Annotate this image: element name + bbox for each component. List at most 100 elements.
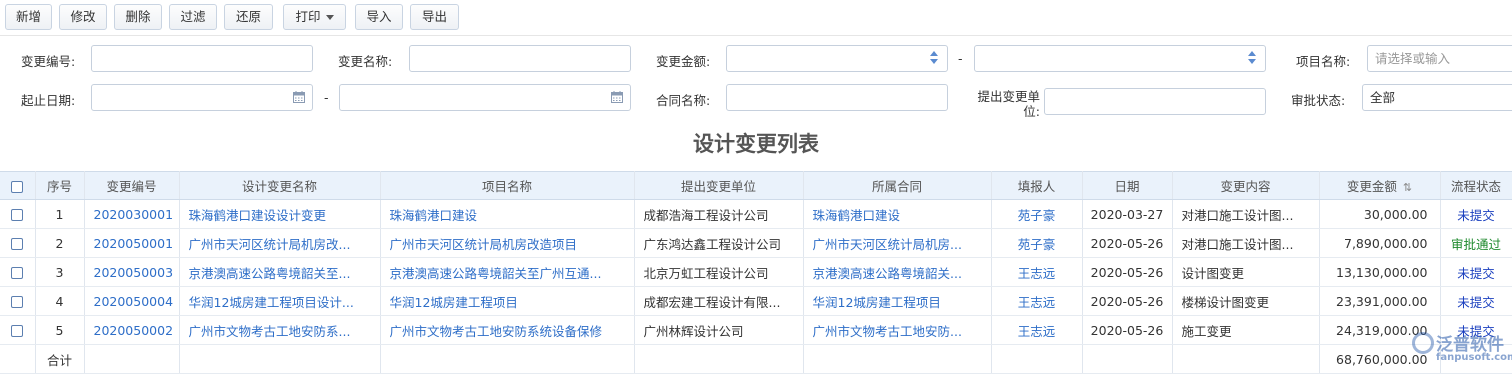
row-status[interactable]: 未提交 [1440,199,1512,229]
row-unit: 北京万虹工程设计公司 [634,257,804,287]
table-row[interactable]: 3 2020050003 京港澳高速公路粤境韶关至... 京港澳高速公路粤境韶关… [0,257,1512,287]
filter-button[interactable]: 过滤 [169,4,217,30]
row-contract-link[interactable]: 京港澳高速公路粤境韶关... [803,257,992,287]
table-row[interactable]: 5 2020050002 广州市文物考古工地安防系... 广州市文物考古工地安防… [0,315,1512,345]
row-project-link[interactable]: 珠海鹤港口建设 [380,199,635,229]
row-contract-link[interactable]: 广州市文物考古工地安防... [803,315,992,345]
change-no-input[interactable] [91,45,313,72]
row-reporter-link[interactable]: 王志远 [991,257,1083,287]
row-contract-link[interactable]: 华润12城房建工程项目 [803,286,992,316]
row-name-link[interactable]: 广州市天河区统计局机房改... [179,228,381,258]
delete-button[interactable]: 删除 [114,4,162,30]
row-seq: 2 [35,228,85,258]
total-empty-cell [179,344,381,374]
select-all-checkbox[interactable] [11,180,24,193]
change-amount-max-input[interactable] [974,45,1266,72]
contract-name-input[interactable] [726,84,948,111]
header-date[interactable]: 日期 [1082,171,1173,200]
calendar-icon[interactable] [293,91,305,103]
row-checkbox[interactable] [11,267,24,279]
change-no-label: 变更编号: [21,54,76,69]
row-name-link[interactable]: 广州市文物考古工地安防系... [179,315,381,345]
watermark: 泛普软件 fanpusoft.com [1412,330,1512,372]
row-content: 设计图变更 [1172,257,1320,287]
row-reporter-link[interactable]: 苑子豪 [991,199,1083,229]
row-amount: 7,890,000.00 [1319,228,1441,258]
row-checkbox-cell [0,199,36,229]
row-project-link[interactable]: 华润12城房建工程项目 [380,286,635,316]
import-button[interactable]: 导入 [355,4,403,30]
header-unit[interactable]: 提出变更单位 [634,171,804,200]
row-code-link[interactable]: 2020030001 [84,199,180,229]
row-status[interactable]: 审批通过 [1440,228,1512,258]
calendar-icon[interactable] [611,91,623,103]
project-name-select[interactable]: 请选择或输入 [1367,45,1512,72]
header-reporter[interactable]: 填报人 [991,171,1083,200]
row-date: 2020-05-26 [1082,257,1173,287]
header-status[interactable]: 流程状态 [1440,171,1512,200]
total-label: 合计 [35,344,85,374]
table-row[interactable]: 1 2020030001 珠海鹤港口建设设计变更 珠海鹤港口建设 成都浩海工程设… [0,199,1512,229]
row-checkbox[interactable] [11,238,24,250]
row-code-link[interactable]: 2020050001 [84,228,180,258]
row-contract-link[interactable]: 广州市天河区统计局机房... [803,228,992,258]
edit-button[interactable]: 修改 [59,4,107,30]
project-name-label: 项目名称: [1296,54,1351,69]
header-contract[interactable]: 所属合同 [803,171,992,200]
header-project[interactable]: 项目名称 [380,171,635,200]
add-button[interactable]: 新增 [5,4,52,30]
row-name-link[interactable]: 珠海鹤港口建设设计变更 [179,199,381,229]
row-checkbox[interactable] [11,209,24,221]
row-checkbox-cell [0,257,36,287]
row-reporter-link[interactable]: 王志远 [991,286,1083,316]
sort-icon[interactable]: ⇅ [1403,181,1412,194]
watermark-url: fanpusoft.com [1436,352,1512,363]
restore-button[interactable]: 还原 [224,4,273,30]
header-amount[interactable]: 变更金额 ⇅ [1319,171,1441,200]
table-row[interactable]: 2 2020050001 广州市天河区统计局机房改... 广州市天河区统计局机房… [0,228,1512,258]
row-checkbox[interactable] [11,296,24,308]
table-row[interactable]: 4 2020050004 华润12城房建工程项目设计... 华润12城房建工程项… [0,286,1512,316]
total-empty-cell [991,344,1083,374]
header-code[interactable]: 变更编号 [84,171,180,200]
row-date: 2020-03-27 [1082,199,1173,229]
unit-input[interactable] [1044,88,1266,115]
row-contract-link[interactable]: 珠海鹤港口建设 [803,199,992,229]
select-all-cell [0,171,36,200]
end-date-input[interactable] [339,84,631,111]
print-button[interactable]: 打印 [283,4,346,30]
row-unit: 成都浩海工程设计公司 [634,199,804,229]
row-name-link[interactable]: 华润12城房建工程项目设计... [179,286,381,316]
start-date-input[interactable] [91,84,313,111]
total-empty-cell [1172,344,1320,374]
design-change-table: 序号 变更编号 设计变更名称 项目名称 提出变更单位 所属合同 填报人 日期 变… [0,171,1512,374]
number-spinner-icon[interactable] [1248,51,1256,66]
header-name[interactable]: 设计变更名称 [179,171,381,200]
row-code-link[interactable]: 2020050003 [84,257,180,287]
header-seq: 序号 [35,171,85,200]
print-button-label: 打印 [295,9,321,24]
total-empty-cell [803,344,992,374]
approval-status-select[interactable]: 全部 [1362,84,1512,111]
row-reporter-link[interactable]: 苑子豪 [991,228,1083,258]
export-button[interactable]: 导出 [410,4,459,30]
row-project-link[interactable]: 京港澳高速公路粤境韶关至广州互通... [380,257,635,287]
row-project-link[interactable]: 广州市天河区统计局机房改造项目 [380,228,635,258]
row-amount: 13,130,000.00 [1319,257,1441,287]
row-code-link[interactable]: 2020050004 [84,286,180,316]
row-name-link[interactable]: 京港澳高速公路粤境韶关至... [179,257,381,287]
date-range-label: 起止日期: [21,93,76,108]
row-status[interactable]: 未提交 [1440,286,1512,316]
row-reporter-link[interactable]: 王志远 [991,315,1083,345]
header-content[interactable]: 变更内容 [1172,171,1320,200]
number-spinner-icon[interactable] [930,51,938,66]
change-amount-min-input[interactable] [726,45,948,72]
row-checkbox[interactable] [11,325,24,337]
row-status[interactable]: 未提交 [1440,257,1512,287]
row-project-link[interactable]: 广州市文物考古工地安防系统设备保修 [380,315,635,345]
change-name-input[interactable] [409,45,631,72]
row-amount: 23,391,000.00 [1319,286,1441,316]
row-code-link[interactable]: 2020050002 [84,315,180,345]
approval-status-label: 审批状态: [1291,93,1346,108]
total-empty-cell [0,344,36,374]
